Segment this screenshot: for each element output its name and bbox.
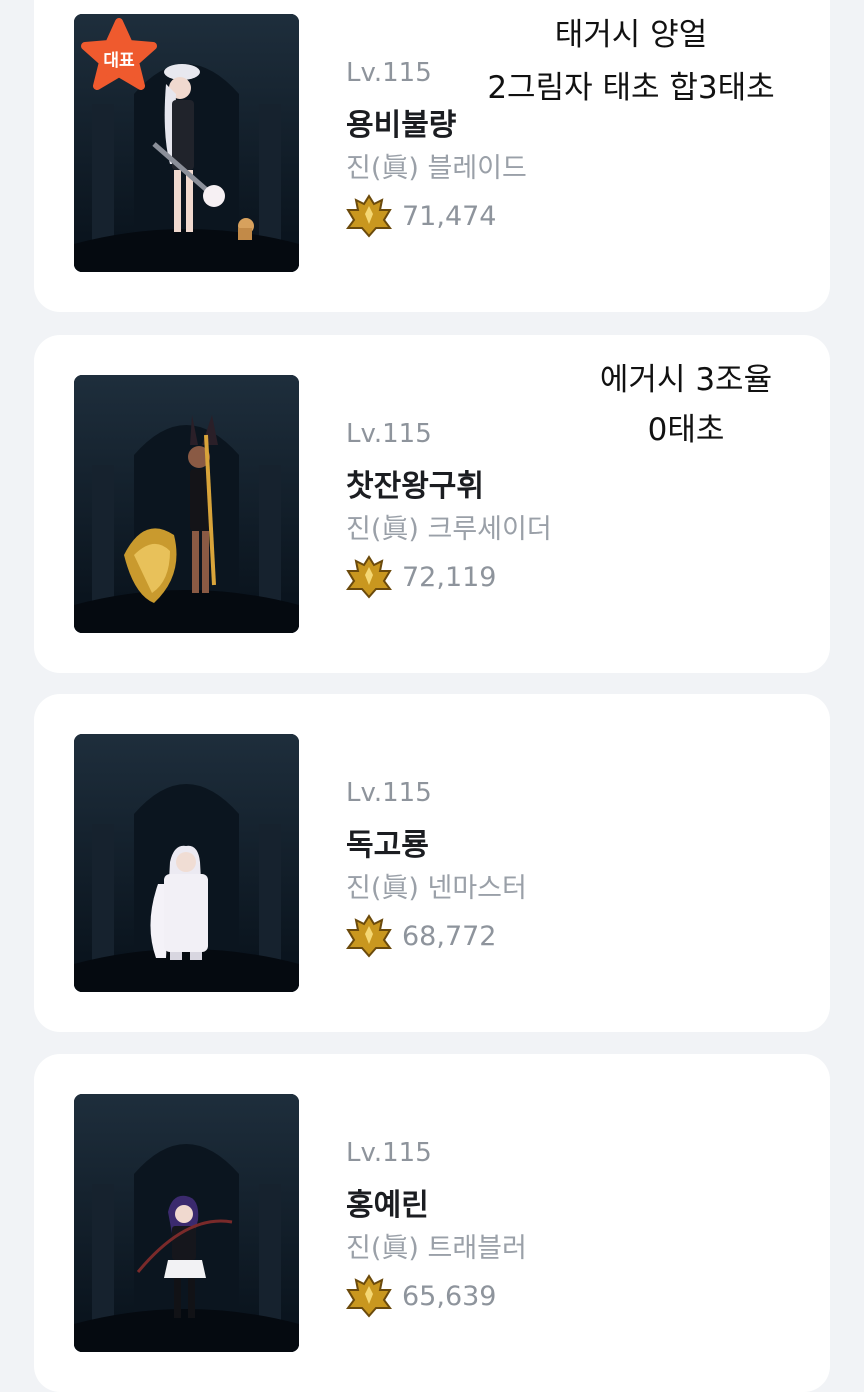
character-job: 진(眞) 크루세이더 — [346, 514, 552, 545]
representative-badge: 대표 — [80, 18, 158, 96]
fame-crest-icon — [346, 1274, 392, 1318]
character-level: Lv.115 — [346, 58, 432, 88]
character-name: 독고룡 — [346, 828, 429, 863]
character-level: Lv.115 — [346, 419, 432, 449]
character-job: 진(眞) 넨마스터 — [346, 873, 527, 904]
fame-value: 68,772 — [402, 920, 497, 952]
annotation-line: 0태초 — [647, 412, 725, 448]
annotation-line: 태거시 양얼 — [554, 17, 708, 53]
character-level: Lv.115 — [346, 1138, 432, 1168]
character-portrait — [74, 375, 299, 633]
badge-label: 대표 — [103, 51, 135, 71]
fame-value: 71,474 — [402, 200, 497, 232]
fame-crest-icon — [346, 555, 392, 599]
fame-value: 65,639 — [402, 1280, 497, 1312]
character-job: 진(眞) 트래블러 — [346, 1233, 527, 1264]
fame-row: 65,639 — [346, 1274, 496, 1318]
character-level: Lv.115 — [346, 778, 432, 808]
fame-row: 72,119 — [346, 555, 496, 599]
fame-row: 68,772 — [346, 914, 496, 958]
character-card[interactable]: Lv.115 독고룡 진(眞) 넨마스터 68,772 — [34, 694, 830, 1032]
annotation-line: 2그림자 태초 합3태초 — [487, 70, 775, 106]
character-portrait — [74, 1094, 299, 1352]
character-job: 진(眞) 블레이드 — [346, 153, 527, 184]
character-name: 찻잔왕구휘 — [346, 469, 484, 504]
fame-value: 72,119 — [402, 561, 497, 593]
fame-crest-icon — [346, 194, 392, 238]
character-card[interactable]: Lv.115 홍예린 진(眞) 트래블러 65,639 — [34, 1054, 830, 1392]
fame-row: 71,474 — [346, 194, 496, 238]
character-portrait — [74, 734, 299, 992]
fame-crest-icon — [346, 914, 392, 958]
annotation-line: 에거시 3조율 — [599, 362, 773, 398]
character-name: 홍예린 — [346, 1188, 429, 1223]
character-name: 용비불량 — [346, 108, 457, 143]
